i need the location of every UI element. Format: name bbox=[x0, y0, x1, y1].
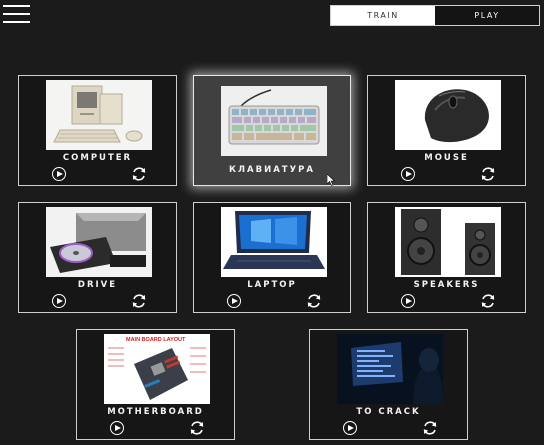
train-mode-button[interactable]: TRAIN bbox=[331, 6, 435, 25]
card-label: LAPTOP bbox=[247, 280, 297, 290]
mouse-image bbox=[395, 80, 501, 150]
reload-icon[interactable] bbox=[480, 166, 496, 182]
play-icon[interactable] bbox=[110, 421, 124, 435]
motherboard-image: MAIN BOARD LAYOUT bbox=[104, 334, 210, 404]
hacker-image bbox=[337, 334, 443, 404]
card-drive[interactable]: DRIVE bbox=[18, 202, 177, 313]
card-label: SPEAKERS bbox=[413, 280, 480, 290]
reload-icon[interactable] bbox=[131, 166, 147, 182]
card-computer[interactable]: COMPUTER bbox=[18, 75, 177, 186]
drive-image bbox=[46, 207, 152, 277]
card-to-crack[interactable]: TO CRACK bbox=[309, 329, 468, 440]
card-label: DRIVE bbox=[77, 280, 118, 290]
card-keyboard[interactable]: КЛАВИАТУРА bbox=[193, 75, 351, 186]
card-motherboard[interactable]: MAIN BOARD LAYOUT MOTHERBOARD bbox=[76, 329, 235, 440]
play-icon[interactable] bbox=[52, 294, 66, 308]
card-laptop[interactable]: LAPTOP bbox=[193, 202, 351, 313]
reload-icon[interactable] bbox=[480, 293, 496, 309]
card-label: MOTHERBOARD bbox=[107, 407, 204, 417]
laptop-image bbox=[221, 207, 327, 277]
mouse-cursor-icon bbox=[327, 174, 335, 186]
reload-icon[interactable] bbox=[131, 293, 147, 309]
play-icon[interactable] bbox=[401, 294, 415, 308]
card-label: COMPUTER bbox=[62, 153, 133, 163]
motherboard-image-caption: MAIN BOARD LAYOUT bbox=[126, 337, 186, 343]
speakers-image bbox=[395, 207, 501, 277]
card-speakers[interactable]: SPEAKERS bbox=[367, 202, 526, 313]
card-mouse[interactable]: MOUSE bbox=[367, 75, 526, 186]
reload-icon[interactable] bbox=[422, 420, 438, 436]
card-label: TO CRACK bbox=[356, 407, 421, 417]
reload-icon[interactable] bbox=[306, 293, 322, 309]
reload-icon[interactable] bbox=[189, 420, 205, 436]
mode-toggle: TRAIN PLAY bbox=[330, 5, 540, 26]
play-icon[interactable] bbox=[52, 167, 66, 181]
play-icon[interactable] bbox=[227, 294, 241, 308]
hamburger-menu-icon[interactable] bbox=[3, 5, 30, 23]
play-icon[interactable] bbox=[401, 167, 415, 181]
computer-image bbox=[46, 80, 152, 150]
play-icon[interactable] bbox=[343, 421, 357, 435]
play-mode-button[interactable]: PLAY bbox=[435, 6, 539, 25]
keyboard-image bbox=[221, 86, 327, 156]
card-label: MOUSE bbox=[424, 153, 469, 163]
